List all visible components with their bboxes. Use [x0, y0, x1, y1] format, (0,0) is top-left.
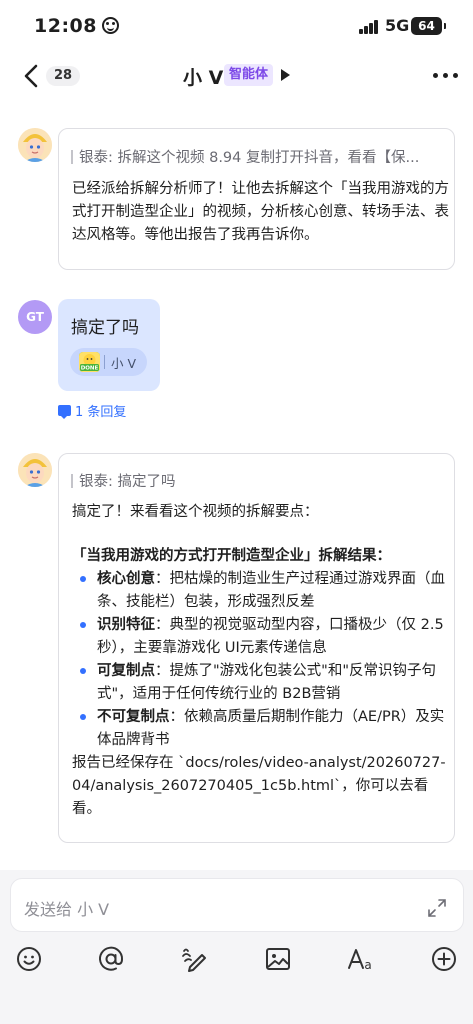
chat-title[interactable]: 小 V [183, 63, 223, 90]
svg-text:DONE: DONE [81, 366, 99, 372]
more-icon[interactable] [433, 73, 459, 79]
bot-tag: 智能体 [224, 64, 274, 86]
message-outro: 报告已经保存在 `docs/roles/video-analyst/202607… [72, 755, 446, 817]
smiley-icon [101, 17, 119, 34]
quoted-message[interactable]: 银泰: 搞定了吗 [71, 470, 449, 491]
back-arrow-icon[interactable] [20, 64, 44, 88]
battery-icon: 64 [411, 17, 446, 35]
signal-icon [359, 20, 380, 34]
svg-text:a: a [364, 958, 371, 972]
handwrite-icon[interactable] [180, 945, 208, 973]
message-card[interactable]: 银泰: 拆解这个视频 8.94 复制打开抖音，看看【保... 已经派给拆解分析师… [58, 128, 455, 270]
list-item: 核心创意：把枯燥的制造业生产过程通过游戏界面（血条、技能栏）包装，形成强烈反差 [72, 568, 450, 614]
message-card[interactable]: 银泰: 搞定了吗 搞定了！来看看这个视频的拆解要点： 「当我用游戏的方式打开制造… [58, 453, 455, 843]
bot-avatar-icon [18, 453, 52, 487]
expand-icon[interactable] [427, 898, 447, 918]
image-icon[interactable] [264, 945, 292, 973]
list-item: 可复制点：提炼了"游戏化包装公式"和"反常识钩子句式"，适用于任何传统行业的 B… [72, 660, 450, 706]
divider [104, 355, 105, 369]
reaction-name: 小 V [111, 356, 137, 371]
plus-icon[interactable] [430, 945, 458, 973]
bot-avatar[interactable] [18, 128, 52, 162]
message-input-placeholder: 发送给 小 V [24, 900, 110, 919]
reaction-chip[interactable]: DONE 小 V [70, 348, 147, 376]
unread-count-badge[interactable]: 28 [46, 66, 81, 86]
result-heading: 「当我用游戏的方式打开制造型企业」拆解结果： [72, 548, 391, 564]
done-sticker-icon: DONE [79, 352, 100, 372]
reply-icon [58, 405, 71, 419]
bot-avatar-icon [18, 128, 52, 162]
status-time: 12:08 [34, 15, 119, 37]
key-points-list: 核心创意：把枯燥的制造业生产过程通过游戏界面（血条、技能栏）包装，形成强烈反差 … [72, 568, 450, 752]
user-avatar[interactable]: GT [18, 300, 52, 334]
bot-avatar[interactable] [18, 453, 52, 487]
mention-icon[interactable] [97, 945, 125, 973]
emoji-icon[interactable] [15, 945, 43, 973]
network-type: 5G [385, 16, 410, 35]
message-text: 已经派给拆解分析师了！让他去拆解这个「当我用游戏的方式打开制造型企业」的视频，分… [72, 181, 449, 243]
play-icon[interactable] [281, 69, 290, 81]
user-message-text: 搞定了吗 [71, 318, 139, 338]
thread-reply-link[interactable]: 1 条回复 [58, 401, 126, 420]
reply-count: 1 条回复 [75, 405, 127, 420]
list-item: 不可复制点：依赖高质量后期制作能力（AE/PR）及实体品牌背书 [72, 706, 450, 752]
message-intro: 搞定了！来看看这个视频的拆解要点： [72, 504, 319, 520]
list-item: 识别特征：典型的视觉驱动型内容，口播极少（仅 2.5秒），主要靠游戏化 UI元素… [72, 614, 450, 660]
text-format-icon[interactable]: a [347, 945, 375, 973]
quoted-message[interactable]: 银泰: 拆解这个视频 8.94 复制打开抖音，看看【保... [71, 146, 449, 167]
